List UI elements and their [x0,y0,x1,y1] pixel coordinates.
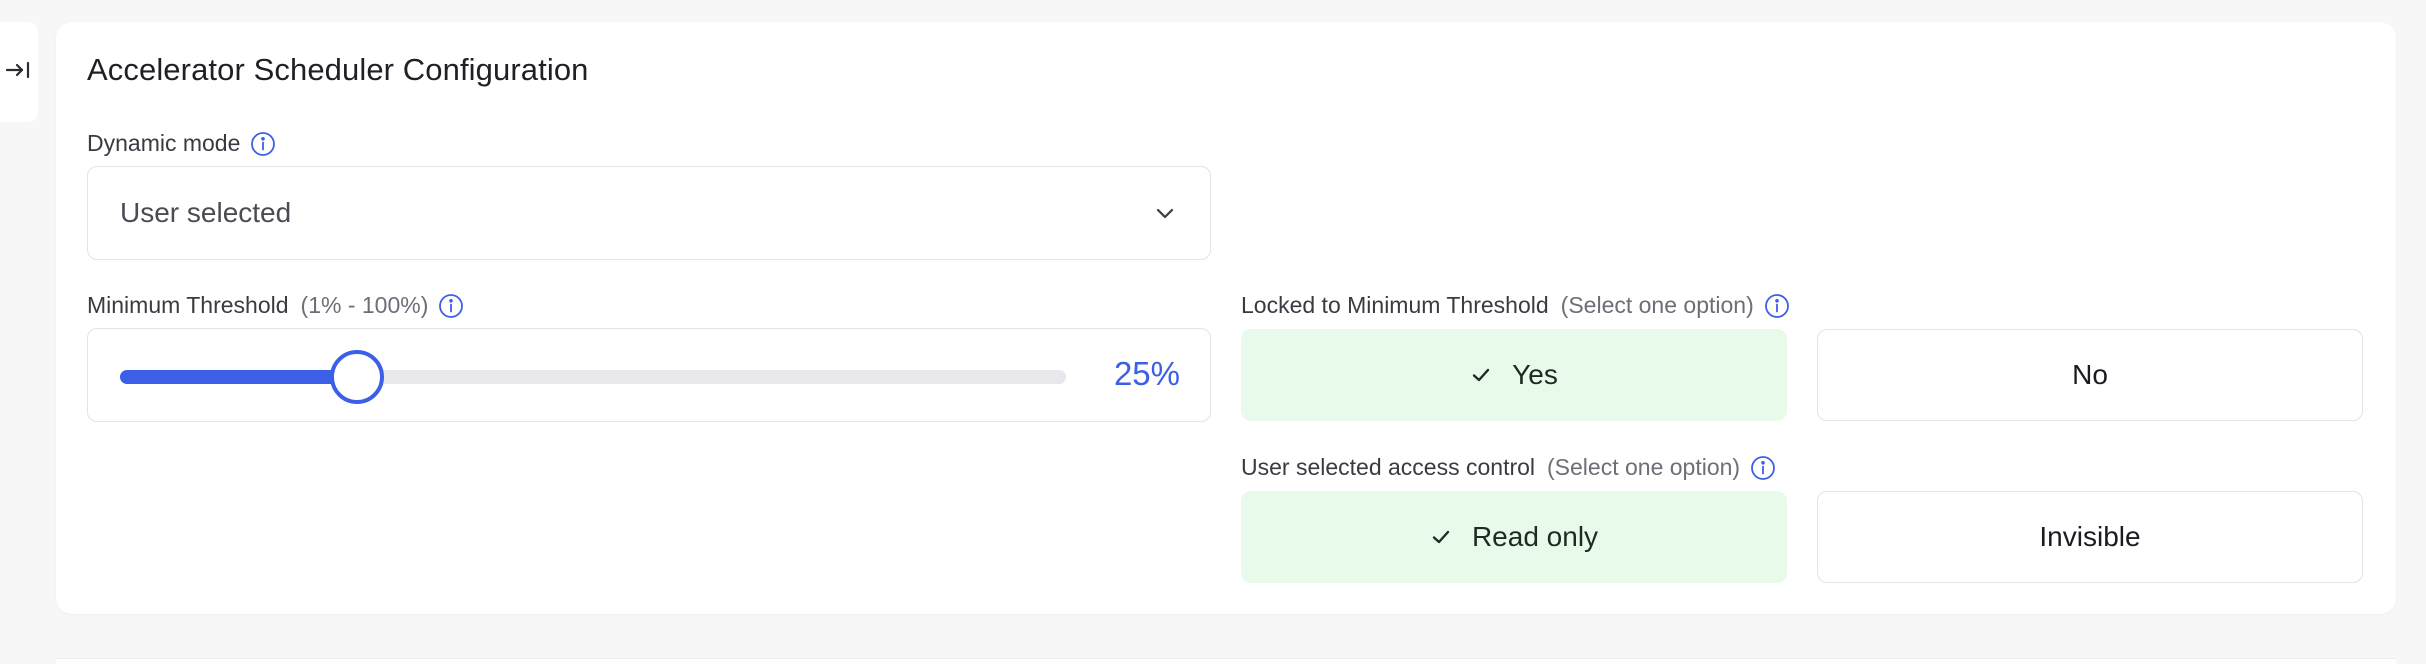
check-icon [1430,526,1452,548]
locked-yes-button[interactable]: Yes [1241,329,1787,421]
access-control-label-row: User selected access control (Select one… [1241,454,1776,481]
slider-track[interactable] [120,370,1066,384]
slider-fill [120,370,357,384]
access-control-label: User selected access control [1241,454,1536,480]
sidebar-toggle-button[interactable] [0,22,38,122]
scheduler-config-card: Accelerator Scheduler Configuration Dyna… [56,22,2396,614]
dynamic-mode-select[interactable]: User selected [87,166,1211,260]
card-title: Accelerator Scheduler Configuration [87,52,589,87]
dynamic-mode-label-row: Dynamic mode [87,130,276,157]
check-icon [1470,364,1492,386]
info-icon[interactable] [438,293,464,319]
locked-no-button[interactable]: No [1817,329,2363,421]
chevron-down-icon [1152,200,1178,226]
slider-value: 25% [1113,355,1180,392]
info-icon[interactable] [250,131,276,157]
locked-minimum-label: Locked to Minimum Threshold [1241,292,1549,318]
collapse-panel-icon [4,55,34,90]
slider-thumb[interactable] [330,350,384,404]
locked-minimum-label-row: Locked to Minimum Threshold (Select one … [1241,292,1790,319]
dynamic-mode-value: User selected [120,197,292,228]
invisible-button[interactable]: Invisible [1817,491,2363,583]
page: Accelerator Scheduler Configuration Dyna… [0,0,2426,664]
info-icon[interactable] [1750,455,1776,481]
info-icon[interactable] [1764,293,1790,319]
read-only-label: Read only [1471,521,1599,552]
minimum-threshold-slider-box: 25% [87,328,1211,422]
locked-no-label: No [2072,359,2108,390]
read-only-button[interactable]: Read only [1241,491,1787,583]
locked-yes-label: Yes [1512,359,1558,390]
minimum-threshold-range-hint: (1% - 100%) [300,292,429,318]
minimum-threshold-label: Minimum Threshold [87,292,289,318]
access-control-hint: (Select one option) [1547,454,1741,480]
invisible-label: Invisible [2039,521,2141,552]
next-card-edge [56,658,2396,664]
minimum-threshold-label-row: Minimum Threshold (1% - 100%) [87,292,464,319]
dynamic-mode-label: Dynamic mode [87,130,241,156]
locked-minimum-hint: (Select one option) [1560,292,1754,318]
